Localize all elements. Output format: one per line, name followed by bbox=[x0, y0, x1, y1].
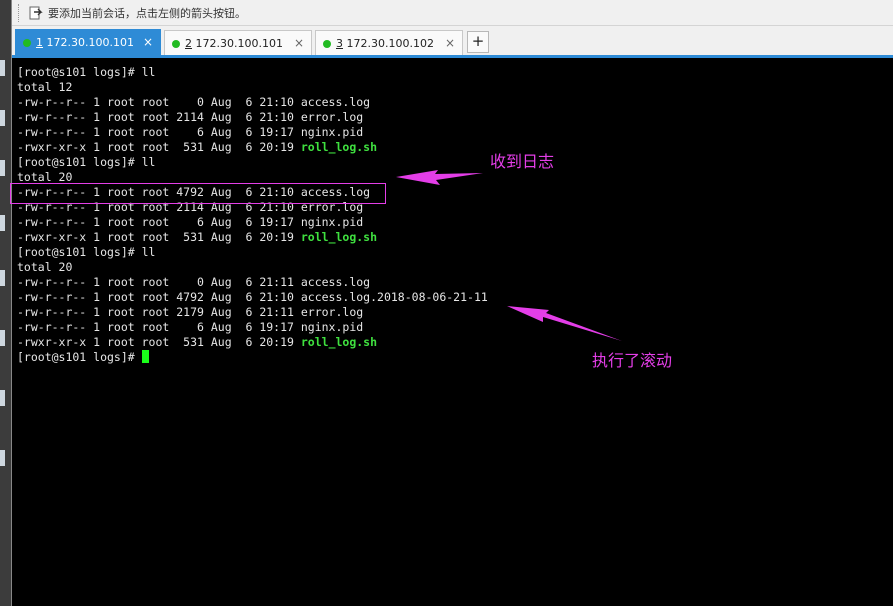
new-tab-button[interactable]: + bbox=[467, 31, 489, 53]
edge-chip bbox=[0, 450, 5, 466]
edge-chip bbox=[0, 215, 5, 231]
terminal-line: -rwxr-xr-x 1 root root 531 Aug 6 20:19 r… bbox=[17, 140, 488, 155]
connected-status-icon bbox=[23, 39, 31, 47]
line-text: -rwxr-xr-x 1 root root 531 Aug 6 20:19 bbox=[17, 335, 301, 349]
connected-status-icon bbox=[172, 40, 180, 48]
line-text: -rw-r--r-- 1 root root 4792 Aug 6 21:10 … bbox=[17, 290, 488, 304]
session-tab-2[interactable]: 2 172.30.100.101 × bbox=[164, 30, 312, 55]
hint-text: 要添加当前会话，点击左侧的箭头按钮。 bbox=[48, 7, 246, 20]
line-text: [root@s101 logs]# ll bbox=[17, 155, 156, 169]
line-text: total 20 bbox=[17, 170, 73, 184]
tab-label: 3 172.30.100.102 bbox=[336, 37, 434, 50]
edge-chip bbox=[0, 110, 5, 126]
tab-label: 1 172.30.100.101 bbox=[36, 36, 134, 49]
line-text: [root@s101 logs]# ll bbox=[17, 65, 156, 79]
line-text: -rw-r--r-- 1 root root 6 Aug 6 19:17 ngi… bbox=[17, 320, 364, 334]
line-text: -rw-r--r-- 1 root root 0 Aug 6 21:10 acc… bbox=[17, 95, 371, 109]
session-hint-bar: 要添加当前会话，点击左侧的箭头按钮。 bbox=[12, 0, 893, 26]
line-text: -rwxr-xr-x 1 root root 531 Aug 6 20:19 bbox=[17, 230, 301, 244]
tab-host: 172.30.100.101 bbox=[46, 36, 134, 49]
script-filename: roll_log.sh bbox=[300, 230, 378, 244]
line-text: total 12 bbox=[17, 80, 73, 94]
terminal-line: -rwxr-xr-x 1 root root 531 Aug 6 20:19 r… bbox=[17, 335, 488, 350]
hint-bar-separator bbox=[18, 4, 19, 22]
tab-host: 172.30.100.102 bbox=[346, 37, 434, 50]
terminal-line: -rw-r--r-- 1 root root 2114 Aug 6 21:10 … bbox=[17, 110, 488, 125]
tab-index: 2 bbox=[185, 37, 192, 50]
line-text: -rw-r--r-- 1 root root 6 Aug 6 19:17 ngi… bbox=[17, 215, 364, 229]
edge-chip bbox=[0, 390, 5, 406]
tab-index: 1 bbox=[36, 36, 43, 49]
line-text: [root@s101 logs]# bbox=[17, 350, 142, 364]
session-tab-3[interactable]: 3 172.30.100.102 × bbox=[315, 30, 463, 55]
annotation-rolled: 执行了滚动 bbox=[592, 351, 673, 370]
terminal-line: [root@s101 logs]# ll bbox=[17, 65, 488, 80]
close-tab-icon[interactable]: × bbox=[143, 35, 153, 49]
line-text: -rw-r--r-- 1 root root 0 Aug 6 21:11 acc… bbox=[17, 275, 371, 289]
terminal-line: total 20 bbox=[17, 260, 488, 275]
add-session-arrow-icon[interactable] bbox=[29, 5, 43, 20]
script-filename: roll_log.sh bbox=[300, 335, 378, 349]
close-tab-icon[interactable]: × bbox=[445, 36, 455, 50]
line-text: -rwxr-xr-x 1 root root 531 Aug 6 20:19 bbox=[17, 140, 301, 154]
session-tab-1[interactable]: 1 172.30.100.101 × bbox=[15, 29, 161, 55]
terminal-line: -rw-r--r-- 1 root root 4792 Aug 6 21:10 … bbox=[17, 290, 488, 305]
tab-label: 2 172.30.100.101 bbox=[185, 37, 283, 50]
highlight-box bbox=[10, 183, 386, 204]
edge-chip bbox=[0, 270, 5, 286]
tab-host: 172.30.100.101 bbox=[195, 37, 283, 50]
terminal-line: -rw-r--r-- 1 root root 6 Aug 6 19:17 ngi… bbox=[17, 215, 488, 230]
terminal-line: -rwxr-xr-x 1 root root 531 Aug 6 20:19 r… bbox=[17, 230, 488, 245]
terminal-line: -rw-r--r-- 1 root root 0 Aug 6 21:10 acc… bbox=[17, 95, 488, 110]
terminal-line: -rw-r--r-- 1 root root 2179 Aug 6 21:11 … bbox=[17, 305, 488, 320]
terminal-line: total 12 bbox=[17, 80, 488, 95]
annotation-received-log: 收到日志 bbox=[490, 152, 555, 171]
connected-status-icon bbox=[323, 40, 331, 48]
line-text: total 20 bbox=[17, 260, 73, 274]
terminal-lines: [root@s101 logs]# ll total 12 -rw-r--r-- 1… bbox=[17, 65, 488, 365]
close-tab-icon[interactable]: × bbox=[294, 36, 304, 50]
terminal-line: [root@s101 logs]# ll bbox=[17, 155, 488, 170]
edge-chip bbox=[0, 330, 5, 346]
terminal-cursor bbox=[141, 350, 149, 363]
terminal-line: -rw-r--r-- 1 root root 6 Aug 6 19:17 ngi… bbox=[17, 125, 488, 140]
line-text: [root@s101 logs]# ll bbox=[17, 245, 156, 259]
edge-chip bbox=[0, 60, 5, 76]
edge-chip bbox=[0, 160, 5, 176]
terminal-line: [root@s101 logs]# bbox=[17, 350, 488, 365]
terminal-output[interactable]: [root@s101 logs]# ll total 12 -rw-r--r-- 1… bbox=[12, 61, 893, 606]
terminal-line: -rw-r--r-- 1 root root 0 Aug 6 21:11 acc… bbox=[17, 275, 488, 290]
tab-index: 3 bbox=[336, 37, 343, 50]
terminal-line: [root@s101 logs]# ll bbox=[17, 245, 488, 260]
terminal-line: -rw-r--r-- 1 root root 6 Aug 6 19:17 ngi… bbox=[17, 320, 488, 335]
left-window-edge bbox=[0, 0, 12, 606]
line-text: -rw-r--r-- 1 root root 6 Aug 6 19:17 ngi… bbox=[17, 125, 364, 139]
line-text: -rw-r--r-- 1 root root 2179 Aug 6 21:11 … bbox=[17, 305, 364, 319]
script-filename: roll_log.sh bbox=[300, 140, 378, 154]
line-text: -rw-r--r-- 1 root root 2114 Aug 6 21:10 … bbox=[17, 110, 364, 124]
session-tab-bar: 1 172.30.100.101 × 2 172.30.100.101 × 3 … bbox=[12, 26, 893, 58]
